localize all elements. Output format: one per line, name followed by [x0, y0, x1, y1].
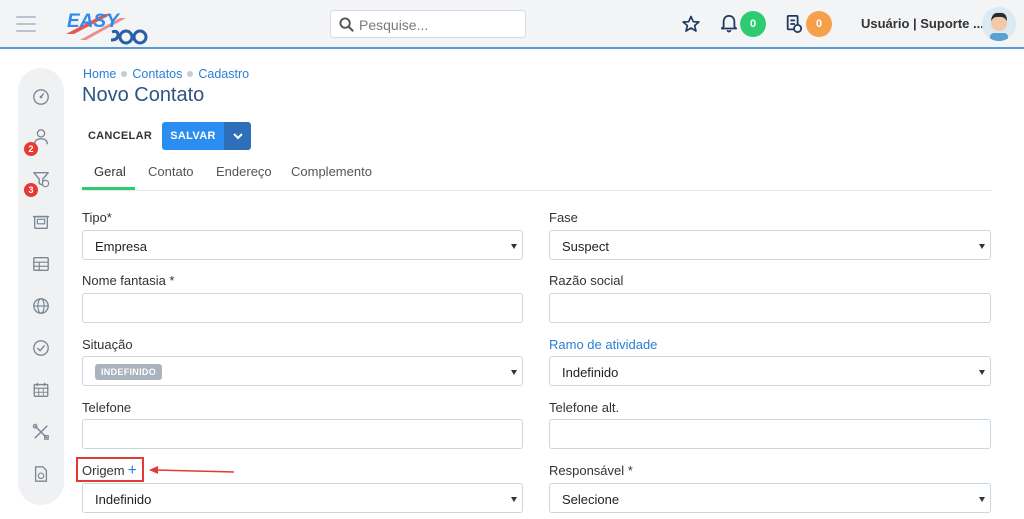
breadcrumb-contatos[interactable]: Contatos: [132, 67, 182, 81]
funnel-badge: 3: [24, 183, 38, 197]
tasks-icon[interactable]: [785, 14, 803, 34]
breadcrumb: Home Contatos Cadastro: [83, 67, 249, 81]
bell-icon[interactable]: [720, 14, 738, 34]
telefone-label: Telefone: [82, 400, 132, 415]
fase-select[interactable]: Suspect: [549, 230, 991, 260]
tools-icon[interactable]: [32, 423, 50, 441]
tab-bar: Geral Contato Endereço Complemento: [82, 158, 992, 191]
contacts-badge: 2: [24, 142, 38, 156]
telefone-alt-input[interactable]: [549, 419, 991, 449]
annotation-arrow-icon: [149, 466, 235, 474]
globe-icon[interactable]: [32, 297, 50, 315]
dashboard-icon[interactable]: [32, 88, 50, 106]
caret-down-icon: [979, 497, 985, 502]
tab-endereco[interactable]: Endereço: [216, 164, 272, 179]
origem-value: Indefinido: [95, 492, 152, 507]
nome-fantasia-input[interactable]: [82, 293, 523, 323]
svg-text:EASY: EASY: [67, 11, 121, 32]
caret-down-icon: [979, 244, 985, 249]
tab-complemento[interactable]: Complemento: [291, 164, 372, 179]
caret-down-icon: [511, 370, 517, 375]
telefone-input[interactable]: [82, 419, 523, 449]
tipo-value: Empresa: [95, 239, 148, 254]
chevron-down-icon: [232, 133, 243, 140]
menu-icon[interactable]: [16, 16, 36, 32]
tipo-label: Tipo*: [82, 210, 112, 225]
check-circle-icon[interactable]: [32, 339, 50, 357]
fase-value: Suspect: [562, 239, 609, 254]
caret-down-icon: [979, 370, 985, 375]
breadcrumb-separator: [187, 71, 194, 78]
table-icon[interactable]: [32, 255, 50, 273]
cash-register-icon[interactable]: [32, 213, 50, 231]
situacao-tag: INDEFINIDO: [95, 364, 163, 380]
calendar-icon[interactable]: [32, 381, 50, 399]
search-input[interactable]: [359, 15, 519, 35]
caret-down-icon: [511, 497, 517, 502]
ramo-value: Indefinido: [562, 365, 619, 380]
situacao-select[interactable]: INDEFINIDO: [82, 356, 523, 386]
avatar[interactable]: [982, 7, 1016, 41]
tab-geral[interactable]: Geral: [94, 164, 126, 179]
razao-social-input[interactable]: [549, 293, 991, 323]
top-bar: EASY 0 0 Usuário | Suporte ...: [0, 0, 1024, 49]
breadcrumb-home[interactable]: Home: [83, 67, 116, 81]
ramo-atividade-label[interactable]: Ramo de atividade: [549, 337, 657, 352]
telefone-alt-label: Telefone alt.: [549, 400, 620, 415]
save-options-button[interactable]: [224, 122, 251, 150]
easy360-logo[interactable]: EASY: [64, 8, 156, 46]
active-tab-indicator: [82, 187, 135, 190]
sidebar: 2 3: [18, 68, 64, 505]
document-icon[interactable]: [32, 465, 50, 483]
origem-select[interactable]: Indefinido: [82, 483, 523, 513]
situacao-label: Situação: [82, 337, 133, 352]
notifications-badge[interactable]: 0: [740, 11, 766, 37]
annotation-box: [76, 457, 144, 482]
tipo-select[interactable]: Empresa: [82, 230, 523, 260]
fase-label: Fase: [549, 210, 578, 225]
save-button[interactable]: SALVAR: [162, 122, 224, 150]
breadcrumb-separator: [121, 71, 128, 78]
breadcrumb-cadastro[interactable]: Cadastro: [198, 67, 249, 81]
tab-contato[interactable]: Contato: [148, 164, 194, 179]
responsavel-select[interactable]: Selecione: [549, 483, 991, 513]
responsavel-label: Responsável *: [549, 463, 633, 478]
page-title: Novo Contato: [82, 84, 205, 106]
star-icon[interactable]: [681, 14, 701, 34]
tasks-badge[interactable]: 0: [806, 11, 832, 37]
caret-down-icon: [511, 244, 517, 249]
user-menu[interactable]: Usuário | Suporte ...: [861, 16, 984, 31]
cancel-button[interactable]: CANCELAR: [84, 122, 156, 150]
responsavel-value: Selecione: [562, 492, 620, 507]
nome-fantasia-label: Nome fantasia *: [82, 273, 175, 288]
ramo-atividade-select[interactable]: Indefinido: [549, 356, 991, 386]
search-icon: [339, 17, 354, 32]
razao-social-label: Razão social: [549, 273, 624, 288]
search-box[interactable]: [330, 10, 526, 38]
